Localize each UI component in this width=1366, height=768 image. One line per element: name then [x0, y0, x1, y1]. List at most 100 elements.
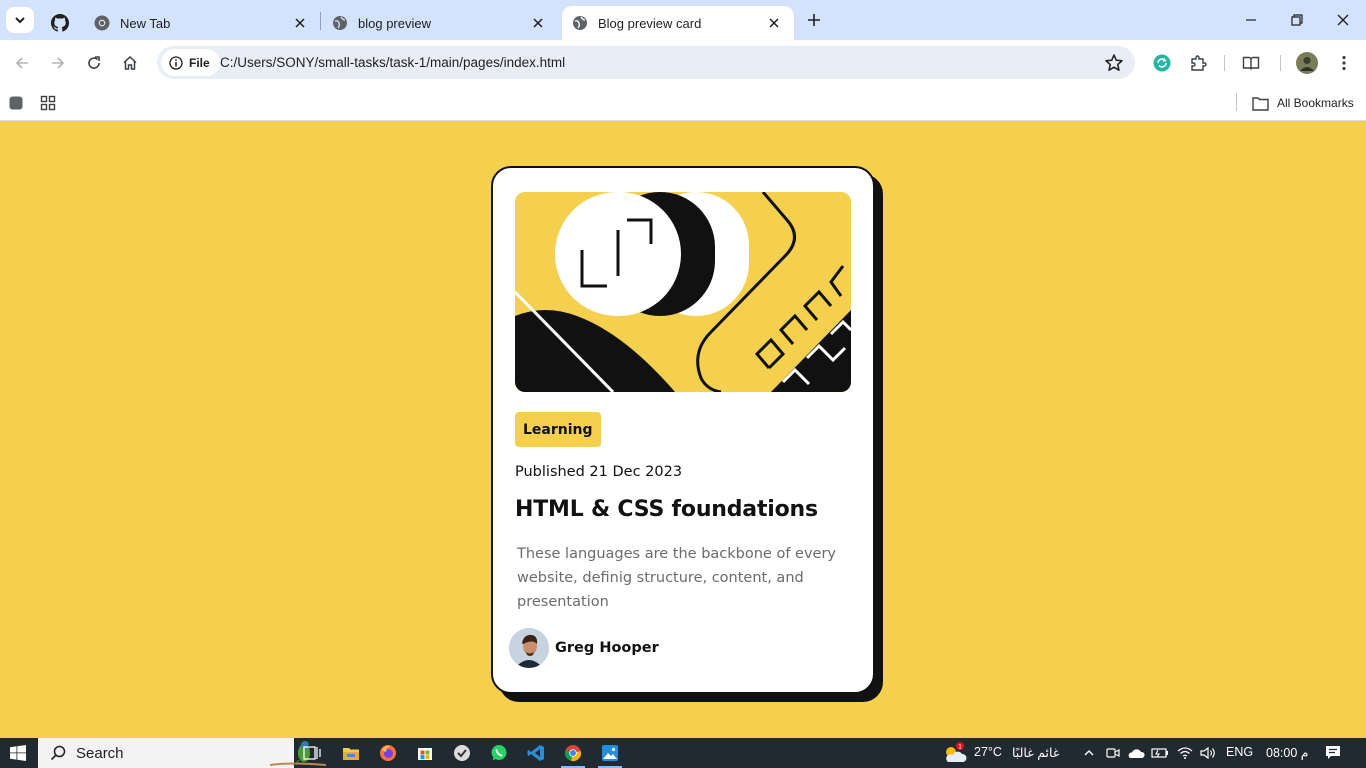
reload-icon	[88, 56, 100, 69]
taskbar-file-explorer[interactable]	[336, 741, 366, 765]
windows-logo-icon	[10, 745, 26, 761]
taskbar-chrome[interactable]	[558, 741, 588, 768]
github-icon	[51, 14, 69, 32]
puzzle-icon	[1191, 55, 1207, 71]
wifi-icon	[1177, 747, 1193, 759]
taskbar-vscode[interactable]	[521, 741, 551, 765]
taskbar-search[interactable]: Search	[38, 738, 327, 768]
taskbar-task-view[interactable]	[297, 741, 327, 765]
battery-icon	[1151, 748, 1168, 758]
close-icon[interactable]	[530, 15, 546, 31]
blog-illustration	[515, 192, 851, 392]
menu-button[interactable]	[1333, 52, 1355, 74]
taskbar-search-label: Search	[76, 744, 124, 762]
tab-github[interactable]	[44, 6, 76, 40]
tray-meet-now[interactable]	[1104, 744, 1122, 762]
notifications-button[interactable]	[1324, 744, 1342, 762]
taskbar-firefox[interactable]	[373, 741, 403, 765]
start-button[interactable]	[0, 738, 36, 768]
taskbar-store[interactable]	[410, 741, 440, 765]
page-viewport: Learning Published 21 Dec 2023 HTML & CS…	[0, 121, 1366, 738]
task-view-icon	[303, 746, 321, 760]
notification-icon	[1326, 746, 1340, 759]
reading-list-icon	[1242, 56, 1260, 70]
arrow-left-icon	[15, 57, 28, 69]
weather-badge: 1	[958, 744, 962, 751]
bookmark-tab-groups[interactable]	[6, 93, 26, 113]
tab-strip: New Tab blog preview Blog preview card	[0, 0, 1366, 40]
close-window-button[interactable]	[1331, 8, 1355, 32]
bookmark-star-icon[interactable]	[1103, 52, 1125, 74]
site-info-chip[interactable]: File	[161, 49, 220, 76]
avatar-portrait	[509, 628, 549, 668]
search-icon	[50, 745, 66, 761]
folder-icon	[1252, 96, 1269, 111]
tray-volume[interactable]	[1199, 744, 1217, 762]
tab-search-button[interactable]	[6, 7, 34, 33]
tab-blog-preview[interactable]: blog preview	[322, 6, 558, 40]
minimize-icon	[1246, 19, 1256, 21]
tray-overflow-button[interactable]	[1080, 744, 1098, 762]
extension-sync-button[interactable]	[1151, 52, 1173, 74]
address-bar[interactable]: File C:/Users/SONY/small-tasks/task-1/ma…	[157, 46, 1135, 79]
restore-icon	[1291, 14, 1303, 26]
tray-language[interactable]: ENG	[1226, 745, 1253, 759]
tray-network[interactable]	[1176, 744, 1194, 762]
weather-condition[interactable]: غائم غالبًا	[1012, 745, 1059, 760]
photos-icon	[602, 745, 618, 761]
forward-button[interactable]	[45, 50, 71, 76]
tray-battery[interactable]	[1151, 744, 1169, 762]
taskbar-whatsapp[interactable]	[484, 741, 514, 765]
bookmarks-divider	[1236, 93, 1237, 111]
weather-temperature[interactable]: 27°C	[974, 745, 1002, 759]
sync-extension-icon	[1153, 54, 1171, 72]
published-date: Published 21 Dec 2023	[515, 464, 683, 480]
tray-clock[interactable]: 08:00 م	[1266, 745, 1309, 760]
extensions-button[interactable]	[1187, 52, 1209, 74]
taskbar-photos[interactable]	[595, 741, 625, 768]
bookmark-apps[interactable]	[38, 93, 58, 113]
weather-cloud-sun-icon: 1	[946, 742, 967, 762]
taskbar-security[interactable]	[447, 741, 477, 765]
browser-toolbar: File C:/Users/SONY/small-tasks/task-1/ma…	[0, 40, 1366, 86]
globe-icon	[573, 16, 587, 30]
site-chip-label: File	[189, 55, 210, 70]
plus-icon	[808, 14, 820, 26]
new-tab-button[interactable]	[802, 8, 826, 32]
blog-preview-card: Learning Published 21 Dec 2023 HTML & CS…	[491, 166, 875, 694]
windows-taskbar: Search 1 27°C غائم غالبًا ENG 08:00 م	[0, 738, 1366, 768]
url-text[interactable]: C:/Users/SONY/small-tasks/task-1/main/pa…	[220, 55, 565, 70]
category-tag[interactable]: Learning	[515, 412, 601, 447]
minimize-button[interactable]	[1239, 8, 1263, 32]
profile-button[interactable]	[1296, 52, 1318, 74]
cloud-icon	[1128, 749, 1145, 758]
close-icon[interactable]	[766, 15, 782, 31]
reading-list-button[interactable]	[1240, 52, 1262, 74]
chrome-icon	[564, 745, 582, 762]
tab-group-icon	[9, 96, 23, 110]
chrome-icon	[94, 15, 110, 31]
blog-title[interactable]: HTML & CSS foundations	[515, 497, 818, 522]
back-button[interactable]	[9, 50, 35, 76]
chevron-up-icon	[1084, 750, 1094, 756]
info-icon	[169, 55, 183, 70]
globe-icon	[333, 16, 347, 30]
tray-onedrive[interactable]	[1127, 744, 1145, 762]
shield-check-icon	[454, 745, 470, 761]
tab-separator	[320, 12, 321, 30]
close-icon[interactable]	[292, 15, 308, 31]
restore-button[interactable]	[1285, 8, 1309, 32]
store-icon	[418, 748, 432, 760]
tab-new-tab[interactable]: New Tab	[84, 6, 320, 40]
all-bookmarks-button[interactable]: All Bookmarks	[1252, 93, 1354, 113]
home-button[interactable]	[117, 50, 143, 76]
folder-icon	[343, 748, 359, 760]
bookmarks-bar: All Bookmarks	[0, 86, 1366, 121]
arrow-right-icon	[52, 57, 65, 69]
tab-title: blog preview	[358, 15, 431, 31]
tab-blog-preview-card[interactable]: Blog preview card	[562, 6, 794, 40]
weather-widget-icon[interactable]: 1	[942, 742, 968, 762]
author-block: Greg Hooper	[509, 628, 659, 668]
firefox-icon	[380, 745, 396, 761]
reload-button[interactable]	[81, 50, 107, 76]
